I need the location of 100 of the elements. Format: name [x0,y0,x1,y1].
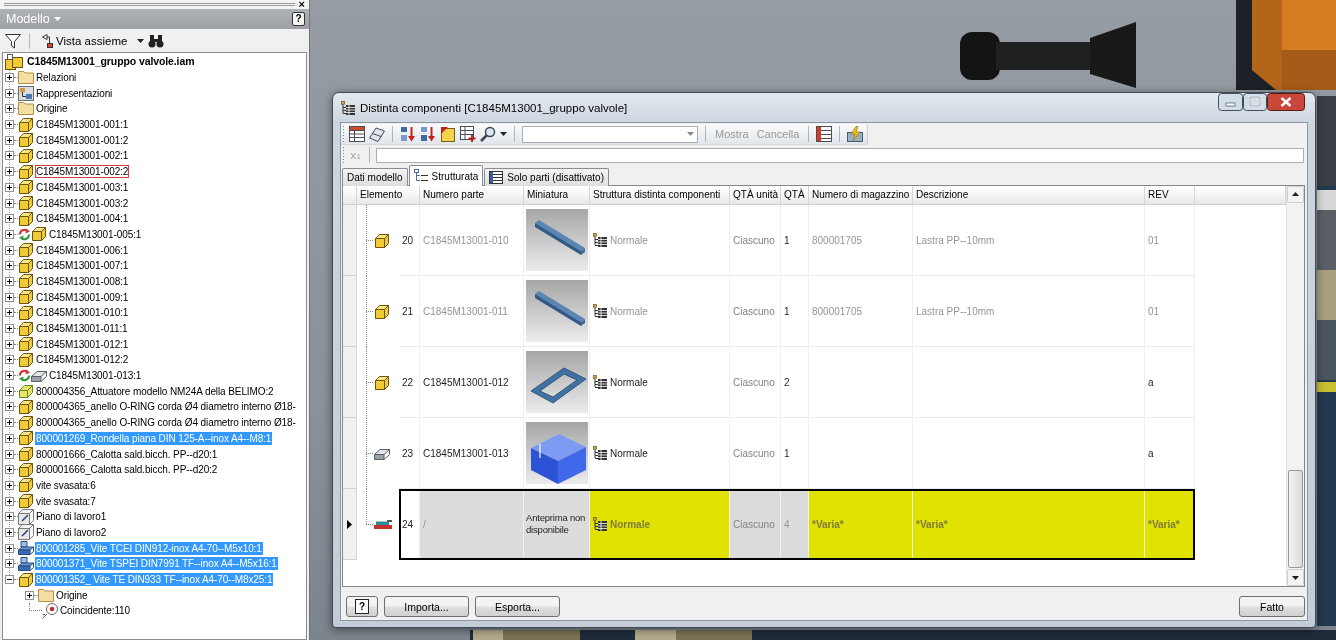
close-button[interactable] [1267,93,1305,111]
tree-item[interactable]: Relazioni [35,71,78,85]
scroll-down-button[interactable] [1287,569,1304,586]
table-row[interactable]: 24 / Anteprima non disponibile Normale Ciascuno 4 *Varia* *Varia* *Varia* [399,489,1195,560]
scrollbar[interactable] [1286,186,1304,586]
tree-item[interactable]: C1845M13001-009:1 [35,290,130,304]
tab[interactable]: Solo parti (disattivato) [484,168,609,186]
expand-icon[interactable] [5,543,14,553]
sort-ascending-icon[interactable] [400,126,416,142]
expand-icon[interactable] [5,292,14,302]
tree-item[interactable]: 800004365_anello O-RING corda Ø4 diametro interno Ø18- [35,416,297,430]
table-row[interactable]: 22 C1845M13001-012 Normale Ciascuno 2 a [399,347,1195,418]
dialog-button[interactable]: Esporta... [475,596,560,617]
tree-item[interactable]: C1845M13001-012:2 [35,353,130,367]
column-header[interactable]: Descrizione [913,186,1145,205]
tree-item[interactable]: Coincidente:110 [59,604,132,618]
tree-item[interactable]: 800004356_Attuatore modello NM24A della BELIMO:2 [35,384,275,398]
scroll-up-button[interactable] [1287,186,1304,203]
tree-item[interactable]: Origine [55,588,89,602]
expand-icon[interactable] [5,104,14,114]
expand-icon[interactable] [5,73,14,83]
expand-icon[interactable] [5,402,14,412]
tree-item[interactable]: 800001666_Calotta sald.bicch. PP--d20:1 [35,447,219,461]
grip-icon[interactable] [342,126,345,142]
tree-item[interactable]: C1845M13001-006:1 [35,243,130,257]
tree-item[interactable]: Origine [35,102,69,116]
tree-item[interactable]: C1845M13001-005:1 [48,227,143,241]
expand-icon[interactable] [5,480,14,490]
caret-icon[interactable] [137,38,145,43]
maximize-button[interactable] [1243,93,1267,111]
expand-icon[interactable] [5,527,14,537]
expand-icon[interactable] [5,308,14,318]
expand-icon[interactable] [5,261,14,271]
grip-icon[interactable] [342,147,345,163]
search-icon[interactable] [480,126,496,142]
tree-item[interactable]: C1845M13001-008:1 [35,274,130,288]
tree-item[interactable]: 800004365_anello O-RING corda Ø4 diametro interno Ø18- [35,400,297,414]
tree-item[interactable]: C1845M13001_gruppo valvole.iam [26,55,196,69]
expand-icon[interactable] [5,198,14,208]
table-row[interactable]: 21 C1845M13001-011 Normale Ciascuno 1 800001705 Lastra PP--10mm 01 [399,276,1195,347]
expand-icon[interactable] [5,512,14,522]
expand-icon[interactable] [5,418,14,428]
sort-descending-icon[interactable] [420,126,436,142]
tree-item[interactable]: Piano di lavoro1 [35,510,108,524]
expand-icon[interactable] [5,229,14,239]
expand-icon[interactable] [5,559,14,569]
tree-item[interactable]: Piano di lavoro2 [35,525,108,539]
collapse-icon[interactable] [5,575,14,585]
table-row[interactable]: 23 C1845M13001-013 Normale Ciascuno 1 a [399,418,1195,489]
expand-icon[interactable] [5,339,14,349]
tree-item[interactable]: C1845M13001-002:1 [35,149,130,163]
table-add-icon[interactable] [460,126,476,142]
expand-icon[interactable] [5,386,14,396]
help-button[interactable]: ? [292,12,305,26]
column-header[interactable]: QTÀ [781,186,809,205]
tree-item[interactable]: C1845M13001-012:1 [35,337,130,351]
columns-icon[interactable] [816,126,833,142]
expand-icon[interactable] [5,214,14,224]
column-header[interactable]: Numero di magazzino [809,186,913,205]
tab[interactable]: Strutturata [408,165,484,186]
expand-icon[interactable] [25,590,34,600]
note-icon[interactable] [440,126,456,142]
row-header[interactable] [343,489,357,560]
scrollbar-thumb[interactable] [1288,470,1303,568]
tree-item[interactable]: C1845M13001-013:1 [48,369,143,383]
formula-field[interactable] [375,147,1304,163]
expand-icon[interactable] [5,245,14,255]
table-cell[interactable]: 24 [399,489,420,560]
table-row[interactable]: 20 C1845M13001-010 Normale Ciascuno 1 800001705 Lastra PP--10mm 01 [399,205,1195,276]
close-button[interactable]: × [297,0,306,9]
expand-icon[interactable] [5,355,14,365]
expand-icon[interactable] [5,465,14,475]
binoculars-icon[interactable] [148,33,165,48]
column-header[interactable]: QTÀ unità [730,186,781,205]
dialog-button[interactable]: Importa... [384,596,469,617]
tree-item[interactable]: C1845M13001-004:1 [35,212,130,226]
expand-icon[interactable] [5,88,14,98]
tree-item[interactable]: 800001666_Calotta sald.bicch. PP--d20:2 [35,463,219,477]
expand-icon[interactable] [5,324,14,334]
expand-icon[interactable] [5,433,14,443]
expand-icon[interactable] [5,120,14,130]
expand-icon[interactable] [5,496,14,506]
expand-icon[interactable] [5,276,14,286]
tree-item[interactable]: C1845M13001-011:1 [35,322,129,336]
lightning-icon[interactable] [847,126,864,142]
help-button[interactable]: ? [346,596,378,617]
table-icon[interactable] [349,126,365,142]
tree-item[interactable]: C1845M13001-003:2 [35,196,130,210]
tree-item[interactable]: C1845M13001-007:1 [35,259,130,273]
eraser-icon[interactable] [369,126,385,142]
table-cell[interactable]: Anteprima non disponibile [524,489,590,560]
expand-icon[interactable] [5,371,14,381]
tree-item[interactable]: C1845M13001-001:2 [35,133,130,147]
tab[interactable]: Dati modello [342,168,408,186]
filter-icon[interactable] [5,32,21,49]
tree-item[interactable]: Rappresentazioni [35,86,114,100]
tree-item[interactable]: vite svasata:7 [35,494,97,508]
tree-item[interactable]: C1845M13001-002:2 [35,165,130,179]
minimize-button[interactable] [1218,93,1243,111]
column-header[interactable]: Miniatura [524,186,590,205]
